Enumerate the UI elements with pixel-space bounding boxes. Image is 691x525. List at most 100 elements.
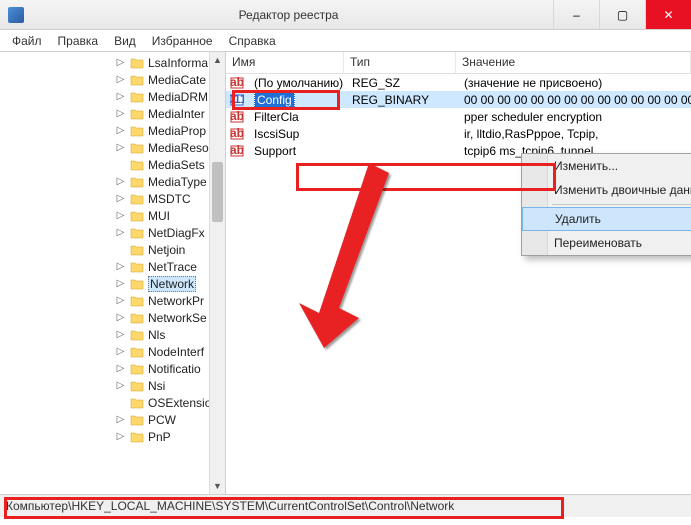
- tree-item[interactable]: ▷ MediaType: [0, 173, 225, 190]
- expand-icon[interactable]: ▷: [116, 211, 125, 220]
- tree-item-label: MediaReso: [148, 141, 209, 155]
- minimize-button[interactable]: –: [553, 0, 599, 29]
- menu-view[interactable]: Вид: [106, 32, 144, 50]
- tree-item[interactable]: ▷NetDiagFx: [0, 224, 225, 241]
- list-row[interactable]: 011ConfigREG_BINARY00 00 00 00 00 00 00 …: [226, 91, 691, 108]
- tree-item-label: NodeInterf: [148, 345, 204, 359]
- tree-item-label: NetTrace: [148, 260, 197, 274]
- tree-item[interactable]: ▷PCW: [0, 411, 225, 428]
- scroll-up-icon[interactable]: ▲: [210, 52, 225, 68]
- expand-icon[interactable]: ▷: [116, 126, 125, 135]
- tree-item[interactable]: ▷MediaInter: [0, 105, 225, 122]
- expand-icon[interactable]: ▷: [116, 432, 125, 441]
- tree-item[interactable]: ▷MSDTC: [0, 190, 225, 207]
- expand-icon[interactable]: ▷: [116, 143, 125, 152]
- string-icon: ab: [230, 76, 244, 90]
- folder-icon: [130, 227, 144, 239]
- list-row[interactable]: abFilterClapper scheduler encryption: [226, 108, 691, 125]
- tree-item[interactable]: ▷ Nls: [0, 326, 225, 343]
- header-type[interactable]: Тип: [344, 52, 456, 73]
- expand-icon[interactable]: ▷: [116, 75, 125, 84]
- expand-icon[interactable]: ▷: [116, 109, 125, 118]
- tree-item[interactable]: ▷LsaInforma: [0, 54, 225, 71]
- header-value[interactable]: Значение: [456, 52, 691, 73]
- menu-edit[interactable]: Правка: [50, 32, 107, 50]
- context-menu: Изменить...Изменить двоичные данные... Уд…: [521, 153, 691, 256]
- expand-icon[interactable]: ▷: [116, 228, 125, 237]
- tree-scrollbar[interactable]: ▲ ▼: [209, 52, 225, 494]
- tree-item[interactable]: ▷ NetworkPr: [0, 292, 225, 309]
- tree-item-label: NetworkPr: [148, 294, 204, 308]
- scroll-thumb[interactable]: [212, 162, 223, 222]
- tree-item[interactable]: ▷ Network: [0, 275, 225, 292]
- tree-item[interactable]: ▷ NodeInterf: [0, 343, 225, 360]
- tree-item-label: Nls: [148, 328, 165, 342]
- string-icon: ab: [230, 144, 244, 158]
- status-path: Компьютер\HKEY_LOCAL_MACHINE\SYSTEM\Curr…: [6, 499, 454, 513]
- tree-item-label: MediaCate: [148, 73, 206, 87]
- tree-item[interactable]: ▷Nsi: [0, 377, 225, 394]
- svg-text:ab: ab: [230, 127, 244, 140]
- tree-item[interactable]: ▷PnP: [0, 428, 225, 445]
- cell-name: Config: [248, 93, 346, 107]
- tree-item[interactable]: Netjoin: [0, 241, 225, 258]
- folder-icon: [130, 380, 144, 392]
- list-row[interactable]: ab(По умолчанию)REG_SZ(значение не присв…: [226, 74, 691, 91]
- tree-item-label: MediaProp: [148, 124, 206, 138]
- expand-icon[interactable]: ▷: [116, 364, 125, 373]
- folder-icon: [130, 57, 144, 69]
- expand-icon[interactable]: ▷: [116, 415, 125, 424]
- folder-icon: [130, 210, 144, 222]
- expand-icon[interactable]: ▷: [116, 347, 125, 356]
- expand-icon[interactable]: ▷: [116, 313, 125, 322]
- tree-item[interactable]: ▷ MediaCate: [0, 71, 225, 88]
- menu-favorites[interactable]: Избранное: [144, 32, 221, 50]
- tree-item[interactable]: ▷ MediaReso: [0, 139, 225, 156]
- expand-icon[interactable]: ▷: [116, 296, 125, 305]
- scroll-down-icon[interactable]: ▼: [210, 478, 225, 494]
- context-item[interactable]: Изменить...: [522, 154, 691, 178]
- context-item[interactable]: Переименовать: [522, 231, 691, 255]
- tree-item[interactable]: ▷MediaDRM: [0, 88, 225, 105]
- tree-item[interactable]: ▷ NetTrace: [0, 258, 225, 275]
- svg-text:011: 011: [230, 93, 244, 106]
- expand-icon[interactable]: ▷: [116, 177, 125, 186]
- tree-item[interactable]: ▷MUI: [0, 207, 225, 224]
- tree-item-label: MediaType: [148, 175, 207, 189]
- expand-icon[interactable]: ▷: [116, 262, 125, 271]
- window-title: Редактор реестра: [24, 8, 553, 22]
- tree-item[interactable]: OSExtensio: [0, 394, 225, 411]
- expand-icon[interactable]: ▷: [116, 381, 125, 390]
- folder-icon: [130, 125, 144, 137]
- tree-item-label: NetworkSe: [148, 311, 207, 325]
- menu-help[interactable]: Справка: [221, 32, 284, 50]
- folder-icon: [130, 346, 144, 358]
- context-item[interactable]: Изменить двоичные данные...: [522, 178, 691, 202]
- tree-item[interactable]: ▷Notificatio: [0, 360, 225, 377]
- expand-icon[interactable]: ▷: [116, 194, 125, 203]
- tree-item-label: Network: [148, 276, 196, 292]
- expand-icon[interactable]: ▷: [116, 92, 125, 101]
- folder-icon: [130, 414, 144, 426]
- expand-icon[interactable]: [116, 160, 125, 169]
- svg-text:ab: ab: [230, 144, 244, 157]
- tree-item[interactable]: MediaSets: [0, 156, 225, 173]
- list-row[interactable]: abIscsiSupir, lltdio,RasPppoe, Tcpip,: [226, 125, 691, 142]
- expand-icon[interactable]: ▷: [116, 330, 125, 339]
- expand-icon[interactable]: ▷: [116, 279, 125, 288]
- header-name[interactable]: Имя: [226, 52, 344, 73]
- cell-value: (значение не присвоено): [458, 76, 691, 90]
- context-item[interactable]: Удалить: [522, 207, 691, 231]
- folder-icon: [130, 363, 144, 375]
- tree-item[interactable]: ▷ NetworkSe: [0, 309, 225, 326]
- close-button[interactable]: ✕: [645, 0, 691, 29]
- menubar: Файл Правка Вид Избранное Справка: [0, 30, 691, 52]
- menu-file[interactable]: Файл: [4, 32, 50, 50]
- tree-item[interactable]: ▷ MediaProp: [0, 122, 225, 139]
- expand-icon[interactable]: ▷: [116, 58, 125, 67]
- expand-icon[interactable]: [116, 245, 125, 254]
- expand-icon[interactable]: [116, 398, 125, 407]
- maximize-button[interactable]: ▢: [599, 0, 645, 29]
- folder-icon: [130, 397, 144, 409]
- folder-icon: [130, 159, 144, 171]
